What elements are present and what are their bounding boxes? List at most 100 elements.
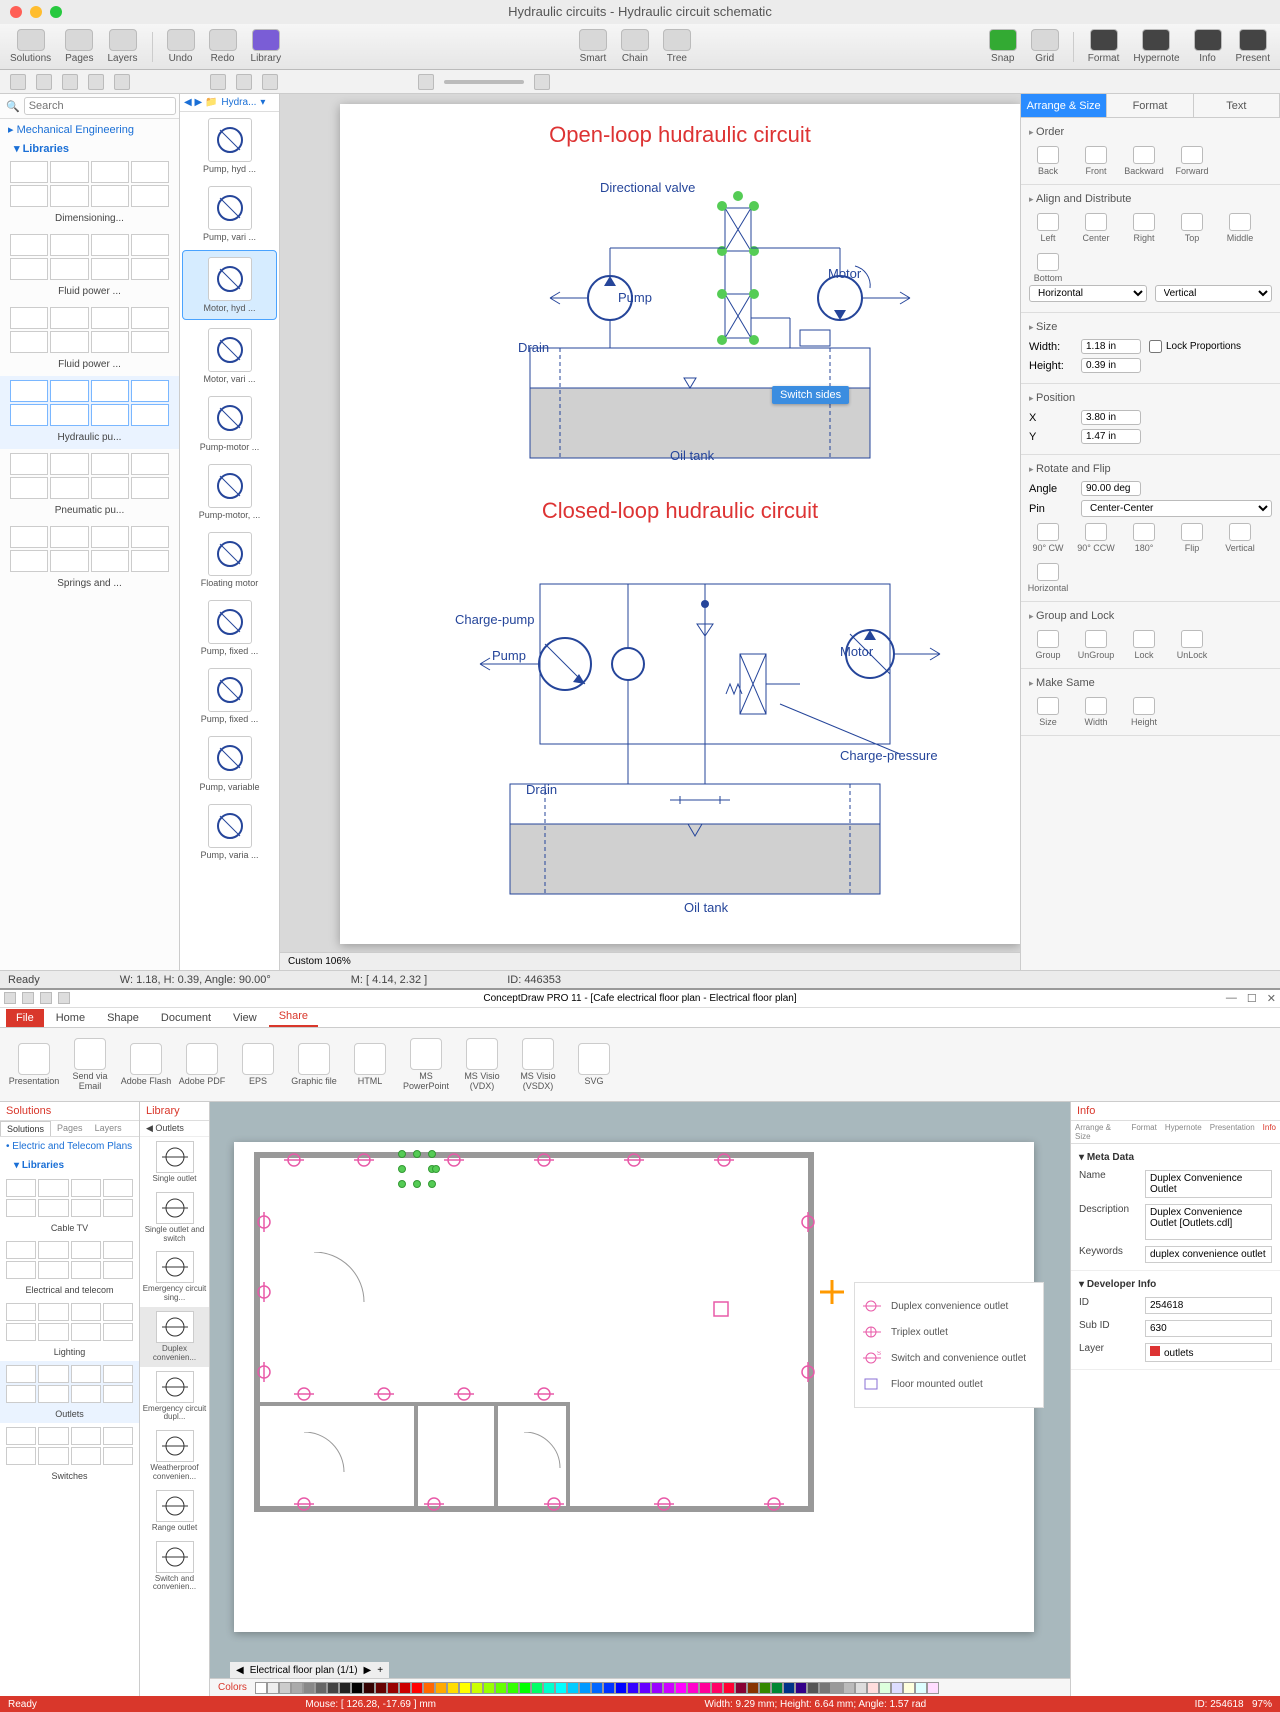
pin-select[interactable]: Center-Center	[1081, 500, 1272, 517]
tree-button[interactable]: Tree	[663, 29, 691, 64]
zoom-slider[interactable]	[444, 80, 524, 84]
p2-tab-solutions[interactable]: Solutions	[0, 1121, 51, 1136]
color-swatch[interactable]	[291, 1682, 303, 1694]
color-swatch[interactable]	[327, 1682, 339, 1694]
color-swatch[interactable]	[663, 1682, 675, 1694]
color-swatch[interactable]	[471, 1682, 483, 1694]
p2-page[interactable]: Duplex convenience outlet Triplex outlet…	[234, 1142, 1034, 1632]
library-item[interactable]: Floating motor	[180, 526, 279, 594]
ellipse-tool-icon[interactable]	[88, 74, 104, 90]
group-group-button[interactable]: Group	[1029, 630, 1067, 660]
color-swatch[interactable]	[627, 1682, 639, 1694]
p2-solution-tree[interactable]: • Electric and Telecom Plans	[0, 1137, 139, 1156]
same-size-button[interactable]: Size	[1029, 697, 1067, 727]
tab-arrange[interactable]: Arrange & Size	[1021, 94, 1107, 117]
meta-desc-input[interactable]: Duplex Convenience Outlet [Outlets.cdl]	[1145, 1204, 1272, 1240]
ribbon-graphic-file-button[interactable]: Graphic file	[288, 1043, 340, 1087]
color-swatch[interactable]	[615, 1682, 627, 1694]
color-palette[interactable]: Colors	[210, 1678, 1070, 1696]
color-swatch[interactable]	[411, 1682, 423, 1694]
ribbon-ms-visio-vdx--button[interactable]: MS Visio (VDX)	[456, 1038, 508, 1092]
group-ungroup-button[interactable]: UnGroup	[1077, 630, 1115, 660]
dev-id-input[interactable]: 254618	[1145, 1297, 1272, 1314]
p2-library-group[interactable]: Outlets	[0, 1361, 139, 1423]
library-item[interactable]: Pump, fixed ...	[180, 594, 279, 662]
color-swatch[interactable]	[447, 1682, 459, 1694]
library-item[interactable]: Pump, fixed ...	[180, 662, 279, 730]
layers-button[interactable]: Layers	[108, 29, 138, 64]
color-swatch[interactable]	[603, 1682, 615, 1694]
drawing-canvas[interactable]: Open-loop hudraulic circuit	[280, 94, 1020, 970]
library-group[interactable]: Dimensioning...	[0, 157, 179, 230]
color-swatch[interactable]	[699, 1682, 711, 1694]
color-swatch[interactable]	[879, 1682, 891, 1694]
ribbon-ms-powerpoint-button[interactable]: MS PowerPoint	[400, 1038, 452, 1092]
snap-button[interactable]: Snap	[989, 29, 1017, 64]
subtab-hypernote[interactable]: Hypernote	[1161, 1121, 1206, 1143]
connector-tool-icon[interactable]	[210, 74, 226, 90]
color-swatch[interactable]	[639, 1682, 651, 1694]
solutions-button[interactable]: Solutions	[10, 29, 51, 64]
p2-library-group[interactable]: Cable TV	[0, 1175, 139, 1237]
p2-library-item[interactable]: Weatherproof convenien...	[140, 1426, 209, 1486]
ribbon-send-via-email-button[interactable]: Send via Email	[64, 1038, 116, 1092]
color-swatch[interactable]	[555, 1682, 567, 1694]
order-front-button[interactable]: Front	[1077, 146, 1115, 176]
align-center-button[interactable]: Center	[1077, 213, 1115, 243]
subtab-info[interactable]: Info	[1259, 1121, 1280, 1143]
minimize-icon[interactable]: —	[1226, 992, 1237, 1005]
align-left-button[interactable]: Left	[1029, 213, 1067, 243]
color-swatch[interactable]	[891, 1682, 903, 1694]
align-bottom-button[interactable]: Bottom	[1029, 253, 1067, 283]
color-swatch[interactable]	[723, 1682, 735, 1694]
y-input[interactable]	[1081, 429, 1141, 444]
p2-tab-layers[interactable]: Layers	[89, 1121, 128, 1136]
color-swatch[interactable]	[375, 1682, 387, 1694]
zoom-in-icon[interactable]	[534, 74, 550, 90]
text-tool-icon[interactable]	[114, 74, 130, 90]
color-swatch[interactable]	[711, 1682, 723, 1694]
color-swatch[interactable]	[759, 1682, 771, 1694]
group-unlock-button[interactable]: UnLock	[1173, 630, 1211, 660]
p2-canvas[interactable]: Duplex convenience outlet Triplex outlet…	[210, 1102, 1070, 1696]
color-swatch[interactable]	[543, 1682, 555, 1694]
align-top-button[interactable]: Top	[1173, 213, 1211, 243]
p2-lib-crumb[interactable]: ◀ Outlets	[140, 1121, 209, 1137]
same-height-button[interactable]: Height	[1125, 697, 1163, 727]
library-group[interactable]: Pneumatic pu...	[0, 449, 179, 522]
distribute-h-select[interactable]: Horizontal	[1029, 285, 1147, 302]
present-button[interactable]: Present	[1236, 29, 1270, 64]
qat-icon[interactable]	[58, 992, 70, 1004]
color-swatch[interactable]	[831, 1682, 843, 1694]
group-lock-button[interactable]: Lock	[1125, 630, 1163, 660]
maximize-icon[interactable]: ☐	[1247, 992, 1257, 1005]
p2-library-group[interactable]: Electrical and telecom	[0, 1237, 139, 1299]
tab-view[interactable]: View	[223, 1009, 267, 1027]
format-button[interactable]: Format	[1088, 29, 1120, 64]
color-swatch[interactable]	[351, 1682, 363, 1694]
dev-subid-input[interactable]: 630	[1145, 1320, 1272, 1337]
tab-file[interactable]: File	[6, 1009, 44, 1027]
zoom-out-icon[interactable]	[418, 74, 434, 90]
same-width-button[interactable]: Width	[1077, 697, 1115, 727]
rotate-180--button[interactable]: 180°	[1125, 523, 1163, 553]
align-middle-button[interactable]: Middle	[1221, 213, 1259, 243]
p2-library-item[interactable]: Emergency circuit dupl...	[140, 1367, 209, 1427]
color-swatch[interactable]	[867, 1682, 879, 1694]
p2-library-item[interactable]: Emergency circuit sing...	[140, 1247, 209, 1307]
color-swatch[interactable]	[459, 1682, 471, 1694]
tab-shape[interactable]: Shape	[97, 1009, 149, 1027]
dev-layer-select[interactable]: outlets	[1145, 1343, 1272, 1362]
distribute-v-select[interactable]: Vertical	[1155, 285, 1273, 302]
color-swatch[interactable]	[531, 1682, 543, 1694]
p2-library-item[interactable]: Duplex convenien...	[140, 1307, 209, 1367]
x-input[interactable]	[1081, 410, 1141, 425]
info-button[interactable]: Info	[1194, 29, 1222, 64]
color-swatch[interactable]	[315, 1682, 327, 1694]
order-forward-button[interactable]: Forward	[1173, 146, 1211, 176]
library-group[interactable]: Fluid power ...	[0, 230, 179, 303]
color-swatch[interactable]	[783, 1682, 795, 1694]
color-swatch[interactable]	[579, 1682, 591, 1694]
p2-zoom-readout[interactable]: 97%	[1252, 1699, 1272, 1710]
color-swatch[interactable]	[507, 1682, 519, 1694]
